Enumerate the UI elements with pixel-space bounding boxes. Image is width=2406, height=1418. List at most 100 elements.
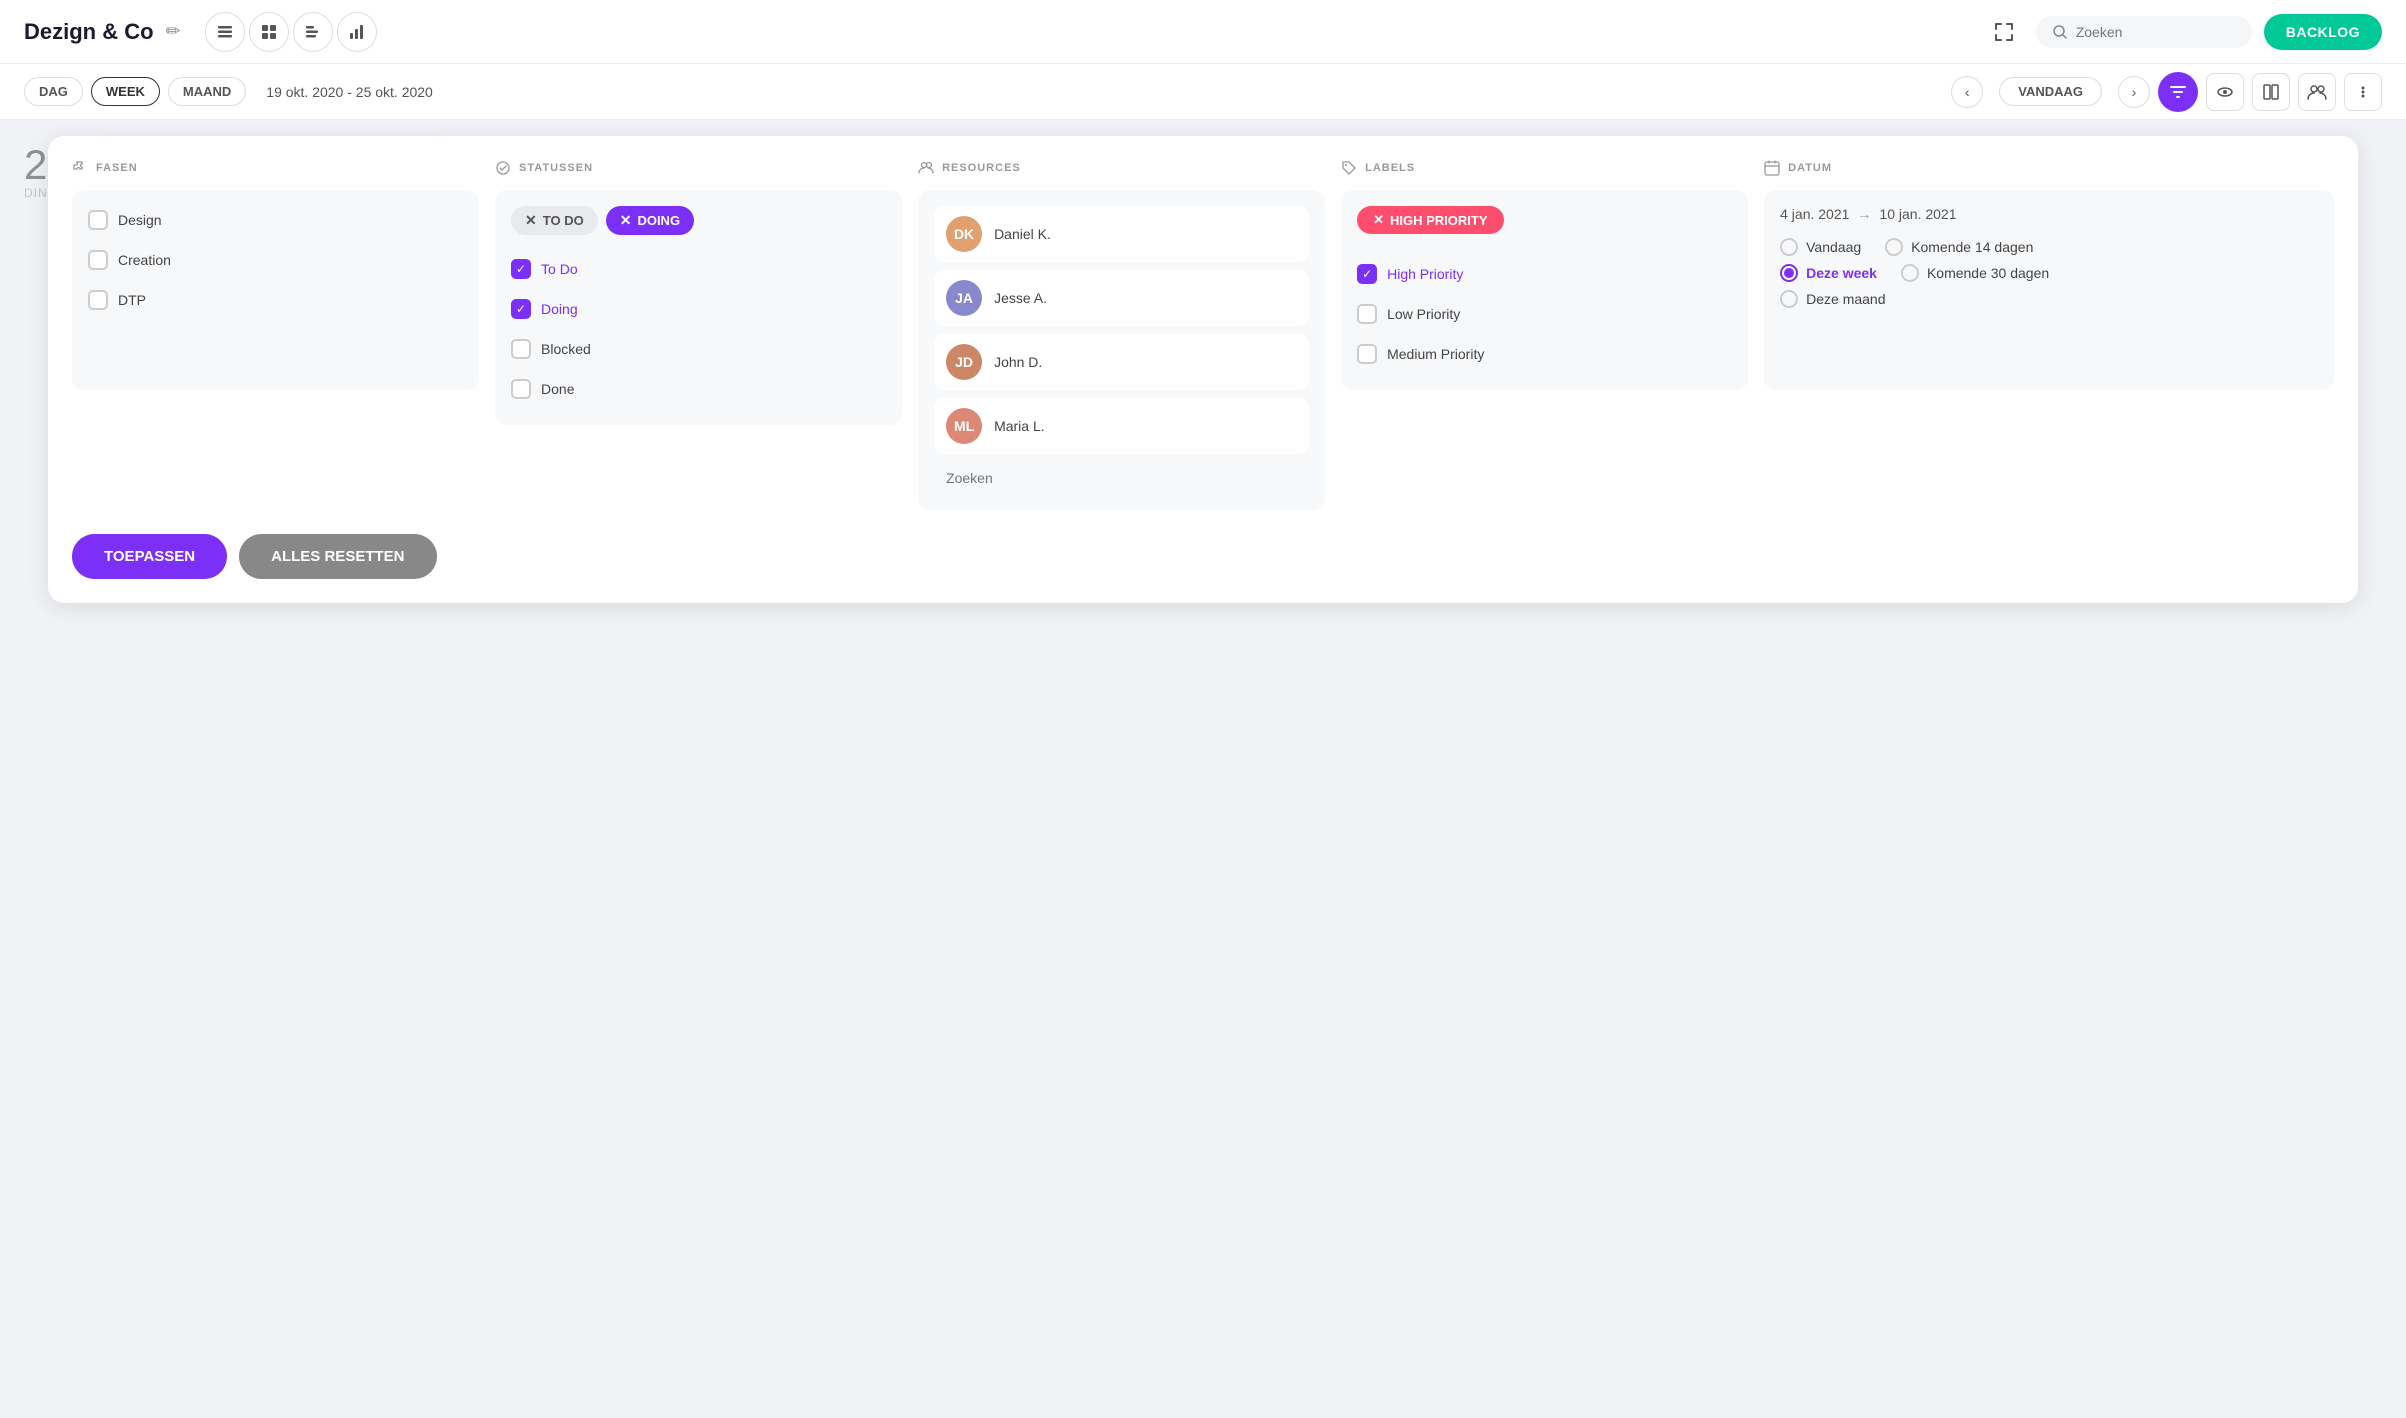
- resource-0[interactable]: DK Daniel K.: [934, 206, 1309, 262]
- datum-calendar-icon: [1764, 160, 1780, 176]
- datum-row-0: Vandaag Komende 14 dagen: [1780, 238, 2318, 256]
- puzzle-icon: [72, 160, 88, 176]
- radio-komende14[interactable]: [1885, 238, 1903, 256]
- label-item-1[interactable]: Low Priority: [1357, 294, 1732, 334]
- resource-avatar-3: ML: [946, 408, 982, 444]
- filter-columns: FASEN Design Creation DTP: [72, 160, 2334, 510]
- date-range: 19 okt. 2020 - 25 okt. 2020: [266, 84, 1943, 100]
- datum-deze-maand[interactable]: Deze maand: [1780, 290, 1885, 308]
- sub-nav: DAG WEEK MAAND 19 okt. 2020 - 25 okt. 20…: [0, 64, 2406, 120]
- gantt-view-btn[interactable]: [293, 12, 333, 52]
- status-tag-doing[interactable]: ✕ DOING: [606, 206, 694, 235]
- backlog-btn[interactable]: BACKLOG: [2264, 14, 2382, 50]
- labels-column: LABELS ✕ HIGH PRIORITY ✓ High Priority: [1341, 160, 1748, 510]
- status-checkbox-3[interactable]: [511, 379, 531, 399]
- label-item-2[interactable]: Medium Priority: [1357, 334, 1732, 374]
- list-view-btn[interactable]: [205, 12, 245, 52]
- resource-avatar-2: JD: [946, 344, 982, 380]
- prev-arrow[interactable]: ‹: [1951, 76, 1983, 108]
- eye-btn[interactable]: [2206, 73, 2244, 111]
- statussen-title: STATUSSEN: [495, 160, 902, 176]
- resource-2[interactable]: JD John D.: [934, 334, 1309, 390]
- datum-column: DATUM 4 jan. 2021 → 10 jan. 2021 Vandaag: [1764, 160, 2334, 510]
- resource-search-input[interactable]: [934, 462, 1309, 494]
- today-btn[interactable]: VANDAAG: [1999, 77, 2102, 106]
- datum-deze-week[interactable]: Deze week: [1780, 264, 1877, 282]
- status-item-2[interactable]: Blocked: [511, 329, 886, 369]
- resources-title: RESOURCES: [918, 160, 1325, 176]
- next-arrow[interactable]: ›: [2118, 76, 2150, 108]
- status-tag-todo[interactable]: ✕ TO DO: [511, 206, 598, 235]
- view-switcher: [205, 12, 377, 52]
- fasen-item-1[interactable]: Creation: [88, 240, 463, 280]
- search-bar: [2036, 16, 2252, 48]
- datum-komende14[interactable]: Komende 14 dagen: [1885, 238, 2033, 256]
- datum-vandaag[interactable]: Vandaag: [1780, 238, 1861, 256]
- statussen-inner: ✕ TO DO ✕ DOING ✓ To Do ✓ D: [495, 190, 902, 425]
- labels-title: LABELS: [1341, 160, 1748, 176]
- radio-vandaag[interactable]: [1780, 238, 1798, 256]
- edit-icon[interactable]: ✏: [166, 21, 181, 42]
- status-checkbox-2[interactable]: [511, 339, 531, 359]
- label-checkbox-2[interactable]: [1357, 344, 1377, 364]
- radio-deze-maand[interactable]: [1780, 290, 1798, 308]
- status-icon: [495, 160, 511, 176]
- filter-overlay: FASEN Design Creation DTP: [0, 120, 2406, 619]
- resources-column: RESOURCES DK Daniel K. JA Jesse A. JD Jo…: [918, 160, 1325, 510]
- resource-1[interactable]: JA Jesse A.: [934, 270, 1309, 326]
- filter-panel: FASEN Design Creation DTP: [48, 136, 2358, 603]
- status-item-1[interactable]: ✓ Doing: [511, 289, 886, 329]
- datum-title: DATUM: [1764, 160, 2334, 176]
- active-label-tag[interactable]: ✕ HIGH PRIORITY: [1357, 206, 1503, 234]
- fullscreen-btn[interactable]: [1984, 12, 2024, 52]
- resource-3[interactable]: ML Maria L.: [934, 398, 1309, 454]
- week-btn[interactable]: WEEK: [91, 77, 160, 106]
- fasen-checkbox-0[interactable]: [88, 210, 108, 230]
- maand-btn[interactable]: MAAND: [168, 77, 246, 106]
- chart-view-btn[interactable]: [337, 12, 377, 52]
- status-item-3[interactable]: Done: [511, 369, 886, 409]
- datum-options: Vandaag Komende 14 dagen Deze week: [1780, 238, 2318, 314]
- filter-actions: TOEPASSEN ALLES RESETTEN: [72, 534, 2334, 579]
- label-checkbox-0[interactable]: ✓: [1357, 264, 1377, 284]
- resource-avatar-0: DK: [946, 216, 982, 252]
- status-checkbox-1[interactable]: ✓: [511, 299, 531, 319]
- more-btn[interactable]: [2344, 73, 2382, 111]
- layout-btn[interactable]: [2252, 73, 2290, 111]
- fasen-title: FASEN: [72, 160, 479, 176]
- label-item-0[interactable]: ✓ High Priority: [1357, 254, 1732, 294]
- datum-inner: 4 jan. 2021 → 10 jan. 2021 Vandaag: [1764, 190, 2334, 390]
- datum-row-2: Deze maand: [1780, 290, 2318, 308]
- reset-btn[interactable]: ALLES RESETTEN: [239, 534, 436, 579]
- datum-row-1: Deze week Komende 30 dagen: [1780, 264, 2318, 282]
- resources-inner: DK Daniel K. JA Jesse A. JD John D. ML M…: [918, 190, 1325, 510]
- calendar-view-btn[interactable]: [249, 12, 289, 52]
- fasen-item-2[interactable]: DTP: [88, 280, 463, 320]
- sub-right-actions: [2158, 72, 2382, 112]
- search-icon: [2052, 24, 2068, 40]
- datum-range: 4 jan. 2021 → 10 jan. 2021: [1780, 206, 2318, 222]
- apply-btn[interactable]: TOEPASSEN: [72, 534, 227, 579]
- right-nav: BACKLOG: [1984, 12, 2382, 52]
- fasen-column: FASEN Design Creation DTP: [72, 160, 479, 510]
- fasen-item-0[interactable]: Design: [88, 206, 463, 240]
- app-logo: Dezign & Co: [24, 19, 154, 45]
- radio-komende30[interactable]: [1901, 264, 1919, 282]
- team-btn[interactable]: [2298, 73, 2336, 111]
- status-checkbox-0[interactable]: ✓: [511, 259, 531, 279]
- statussen-column: STATUSSEN ✕ TO DO ✕ DOING ✓: [495, 160, 902, 510]
- labels-inner: ✕ HIGH PRIORITY ✓ High Priority Low Prio…: [1341, 190, 1748, 390]
- search-input[interactable]: [2076, 24, 2236, 40]
- label-checkbox-1[interactable]: [1357, 304, 1377, 324]
- datum-komende30[interactable]: Komende 30 dagen: [1901, 264, 2049, 282]
- resources-icon: [918, 160, 934, 176]
- radio-deze-week[interactable]: [1780, 264, 1798, 282]
- tag-icon: [1341, 160, 1357, 176]
- resource-avatar-1: JA: [946, 280, 982, 316]
- dag-btn[interactable]: DAG: [24, 77, 83, 106]
- fasen-checkbox-2[interactable]: [88, 290, 108, 310]
- status-item-0[interactable]: ✓ To Do: [511, 249, 886, 289]
- filter-btn[interactable]: [2158, 72, 2198, 112]
- fasen-checkbox-1[interactable]: [88, 250, 108, 270]
- fasen-inner: Design Creation DTP: [72, 190, 479, 390]
